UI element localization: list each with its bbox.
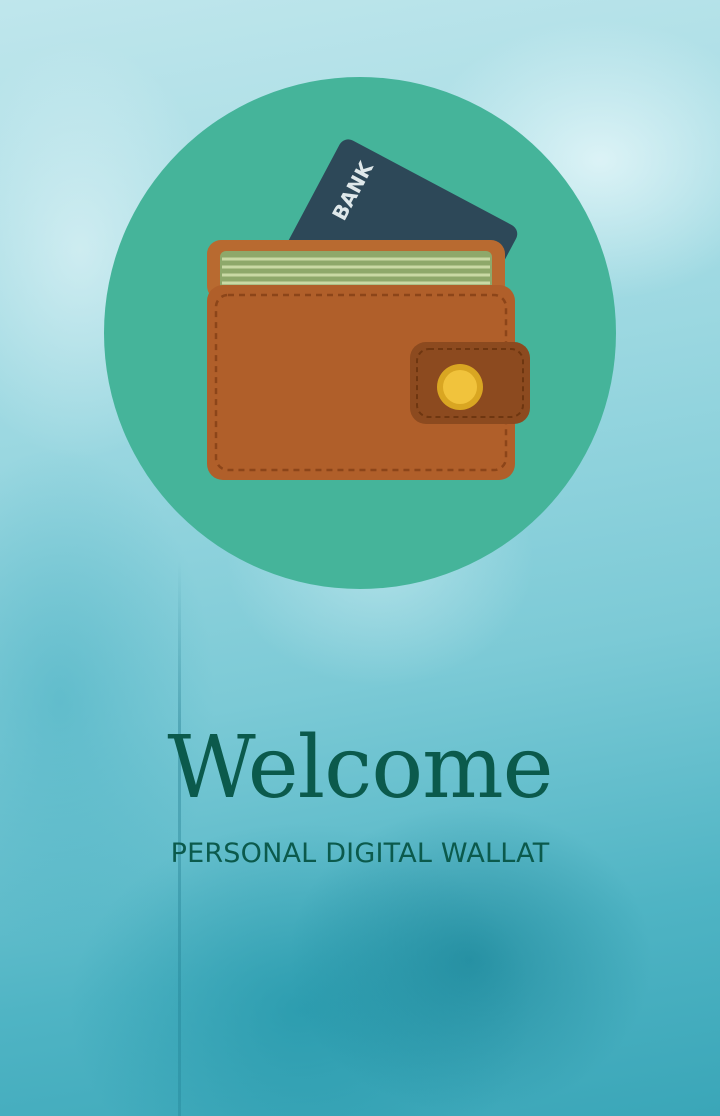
wallet-icon: BANK BANK (207, 139, 530, 480)
welcome-title: Welcome (167, 718, 553, 818)
app-logo: BANK BANK (104, 77, 616, 589)
welcome-screen: BANK BANK Welcom (0, 0, 720, 1116)
welcome-subtitle: PERSONAL DIGITAL WALLAT (170, 838, 550, 869)
